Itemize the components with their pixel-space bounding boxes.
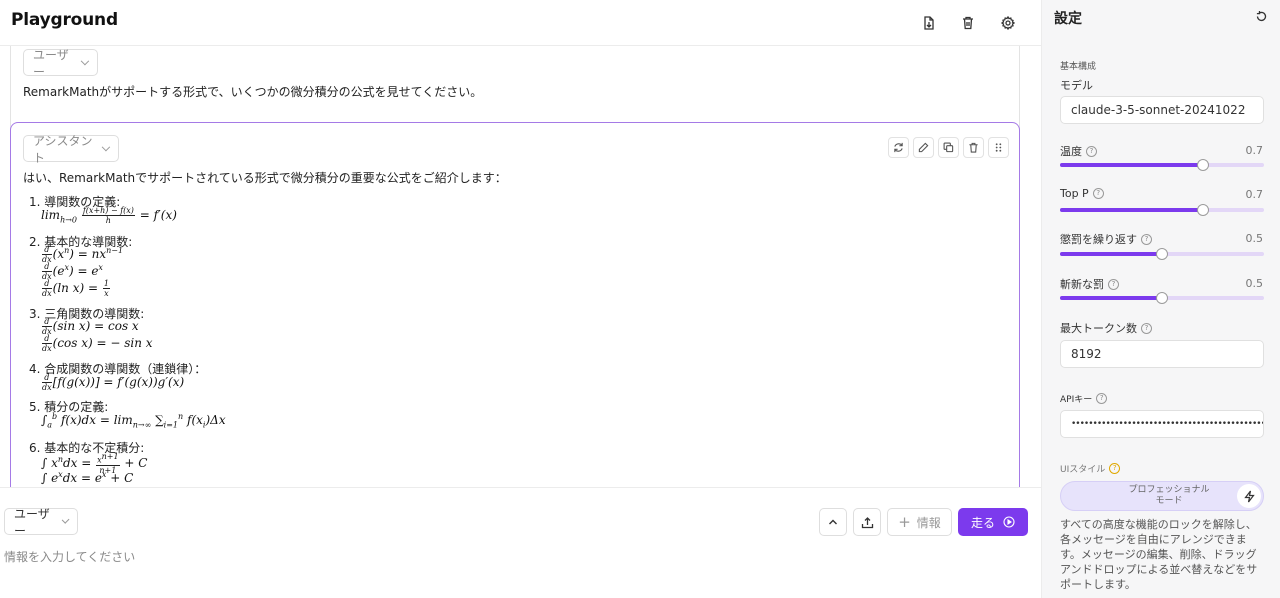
assistant-intro: はい、RemarkMathでサポートされている形式で微分積分の重要な公式をご紹介… [23, 171, 507, 185]
copy-icon[interactable] [938, 137, 959, 158]
api-key-field[interactable]: ••••••••••••••••••••••••••••••••••••••••… [1060, 410, 1264, 438]
edit-icon[interactable] [913, 137, 934, 158]
export-icon[interactable] [918, 12, 940, 34]
chevron-down-icon [81, 56, 90, 66]
slider-knob[interactable] [1196, 159, 1209, 171]
ui-style-label: UIスタイル? [1060, 462, 1121, 475]
chevron-down-icon [61, 515, 70, 525]
ui-style-mode-label: プロフェッショナル モード [1119, 485, 1219, 507]
model-label-text: モデル [1060, 79, 1093, 92]
slider-fill [1060, 296, 1162, 300]
help-icon[interactable]: ? [1141, 233, 1152, 245]
slider-fill [1060, 252, 1162, 256]
basic-config-label: 基本構成 [1060, 62, 1097, 72]
slider-knob[interactable] [1156, 292, 1168, 304]
api-key-label-text: APIキー [1060, 395, 1093, 405]
upload-icon [861, 516, 873, 528]
slider-fill [1060, 208, 1203, 212]
message-toolbar [888, 137, 1009, 158]
formula: d dx (cos x) = − sin x [42, 334, 153, 353]
formula: d dx [f(g(x))] = f′(g(x))g′(x) [42, 373, 185, 392]
chevron-up-icon [829, 519, 837, 525]
max-tokens-label-text: 最大トークン数 [1060, 322, 1137, 335]
slider-knob[interactable] [1156, 248, 1168, 260]
user-role-label: ユーザー [33, 47, 69, 79]
main-panel: Playground ユーザー RemarkMathがサポートする形式で、いくつ… [0, 0, 1041, 598]
message-input[interactable]: 情報を入力してください [4, 548, 135, 565]
user-message-text: RemarkMathがサポートする形式で、いくつかの微分積分の公式を見せてくださ… [23, 85, 483, 99]
help-icon[interactable]: ? [1086, 145, 1097, 157]
page-title: Playground [11, 10, 118, 30]
api-key-label: APIキー? [1060, 392, 1108, 405]
ui-style-description: すべての高度な機能のロックを解除し、各メッセージを自由にアレンジできます。メッセ… [1060, 518, 1258, 591]
model-field[interactable]: claude-3-5-sonnet-20241022 [1060, 96, 1264, 124]
chevron-down-icon [102, 142, 111, 152]
help-icon[interactable]: ? [1092, 188, 1104, 199]
composer-role-label: ユーザー [14, 506, 50, 538]
repeat-penalty-label: 懲罰を繰り返す? [1060, 231, 1152, 247]
formula: limh→0 f(x+h) − f(x) h = f′(x) [41, 206, 177, 225]
composer: ユーザー + 情報 走る 情報を入力してください [0, 487, 1041, 598]
top-p-label-text: Top P [1060, 187, 1089, 200]
user-role-select[interactable]: ユーザー [23, 48, 98, 79]
add-info-button[interactable]: + 情報 [887, 508, 952, 536]
slider-fill [1060, 163, 1203, 167]
novelty-penalty-label-text: 斬新な罰 [1060, 278, 1104, 291]
temperature-value: 0.7 [1245, 144, 1264, 157]
max-tokens-field[interactable]: 8192 [1060, 340, 1264, 368]
scroll-up-button[interactable] [819, 508, 847, 536]
help-icon[interactable]: ? [1141, 322, 1152, 334]
ui-style-mode-line1: プロフェッショナル [1128, 485, 1210, 495]
temperature-label: 温度? [1060, 143, 1097, 159]
ui-style-toggle[interactable]: プロフェッショナル モード [1060, 481, 1264, 511]
header: Playground [0, 0, 1041, 46]
max-tokens-label: 最大トークン数? [1060, 320, 1152, 336]
formula: ∫ exdx = ex + C [41, 470, 134, 485]
repeat-penalty-slider[interactable] [1060, 248, 1264, 260]
drag-handle-icon[interactable] [988, 137, 1009, 158]
upload-button[interactable] [853, 508, 881, 536]
novelty-penalty-label: 斬新な罰? [1060, 276, 1119, 292]
top-p-slider[interactable] [1060, 204, 1264, 216]
gear-icon[interactable] [997, 12, 1019, 34]
plus-icon: + [898, 513, 911, 531]
add-info-label: 情報 [916, 515, 941, 530]
ui-style-label-text: UIスタイル [1060, 465, 1106, 475]
composer-role-select[interactable]: ユーザー [4, 507, 78, 538]
help-icon[interactable]: ? [1096, 393, 1108, 404]
temperature-label-text: 温度 [1060, 145, 1082, 158]
novelty-penalty-slider[interactable] [1060, 292, 1264, 304]
assistant-role-select[interactable]: アシスタント [23, 134, 119, 165]
ui-style-mode-line2: モード [1155, 496, 1183, 506]
slider-knob[interactable] [1196, 204, 1209, 216]
settings-title: 設定 [1054, 11, 1082, 27]
repeat-penalty-value: 0.5 [1245, 232, 1264, 245]
chat-area: ユーザー RemarkMathがサポートする形式で、いくつかの微分積分の公式を見… [0, 46, 1041, 487]
novelty-penalty-value: 0.5 [1245, 277, 1264, 290]
play-circle-icon [1003, 516, 1015, 528]
formula: d dx (ln x) = 1x [42, 279, 110, 298]
help-icon[interactable]: ? [1108, 278, 1119, 290]
run-label: 走る [970, 515, 995, 530]
repeat-penalty-label-text: 懲罰を繰り返す [1060, 233, 1137, 246]
assistant-role-label: アシスタント [33, 133, 93, 165]
model-label: モデル [1060, 77, 1093, 93]
temperature-slider[interactable] [1060, 159, 1264, 171]
help-icon[interactable]: ? [1109, 463, 1121, 474]
formula: ∫ab f(x)dx = limn→∞ ∑i=1n f(xi)Δx [41, 412, 226, 430]
assistant-message: アシスタント はい、RemarkMathでサポートされている形式で微分積分の重要… [10, 122, 1020, 487]
top-p-value: 0.7 [1245, 188, 1264, 201]
trash-icon[interactable] [957, 12, 979, 34]
lightning-icon [1237, 484, 1261, 508]
run-button[interactable]: 走る [958, 508, 1028, 536]
settings-panel: 設定 基本構成 モデル claude-3-5-sonnet-20241022 温… [1041, 0, 1280, 598]
reset-icon[interactable] [1255, 8, 1268, 27]
regenerate-icon[interactable] [888, 137, 909, 158]
delete-icon[interactable] [963, 137, 984, 158]
top-p-label: Top P? [1060, 187, 1104, 200]
